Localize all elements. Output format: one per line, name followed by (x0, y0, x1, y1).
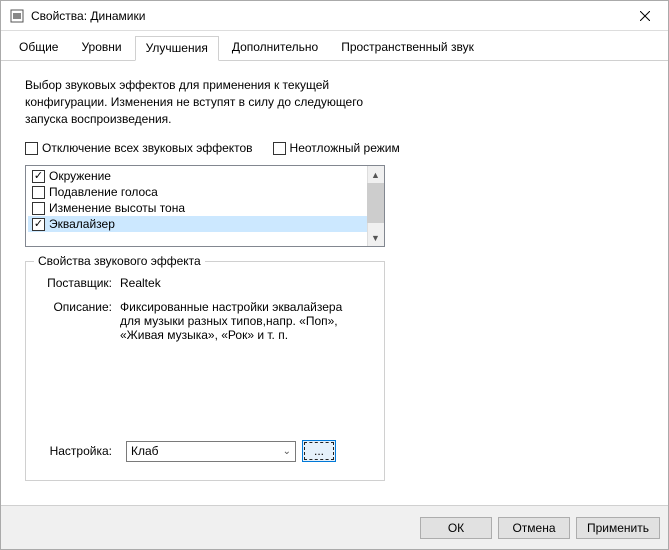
checkbox-icon[interactable] (32, 218, 45, 231)
close-button[interactable] (622, 1, 668, 31)
list-item[interactable]: Изменение высоты тона (28, 200, 382, 216)
window-title: Свойства: Динамики (31, 9, 622, 23)
checkbox-icon[interactable] (32, 202, 45, 215)
scroll-thumb[interactable] (367, 183, 384, 223)
more-settings-button[interactable]: ... (302, 440, 336, 462)
cancel-button[interactable]: Отмена (498, 517, 570, 539)
ok-button[interactable]: ОК (420, 517, 492, 539)
scroll-down-icon[interactable]: ▼ (367, 229, 384, 246)
effect-label: Подавление голоса (49, 185, 158, 199)
list-item[interactable]: Эквалайзер (28, 216, 382, 232)
vendor-value: Realtek (120, 276, 370, 290)
chevron-down-icon: ⌄ (283, 446, 291, 457)
effect-label: Изменение высоты тона (49, 201, 185, 215)
description-value: Фиксированные настройки эквалайзера для … (120, 300, 350, 342)
immediate-label: Неотложный режим (290, 141, 400, 155)
dialog-footer: ОК Отмена Применить (1, 505, 668, 549)
titlebar: Свойства: Динамики (1, 1, 668, 31)
tab-levels[interactable]: Уровни (71, 36, 131, 61)
list-item[interactable]: Подавление голоса (28, 184, 382, 200)
tab-advanced[interactable]: Дополнительно (222, 36, 328, 61)
tab-strip: Общие Уровни Улучшения Дополнительно Про… (1, 31, 668, 61)
effect-properties-group: Свойства звукового эффекта Поставщик: Re… (25, 261, 385, 481)
tab-general[interactable]: Общие (9, 36, 68, 61)
vendor-label: Поставщик: (40, 276, 120, 290)
setting-select[interactable]: Клаб ⌄ (126, 441, 296, 462)
group-legend: Свойства звукового эффекта (34, 254, 205, 268)
checkbox-icon[interactable] (32, 186, 45, 199)
disable-all-effects-checkbox[interactable]: Отключение всех звуковых эффектов (25, 141, 253, 155)
tab-enhancements[interactable]: Улучшения (135, 36, 219, 61)
checkbox-icon[interactable] (32, 170, 45, 183)
list-item[interactable]: Окружение (28, 168, 382, 184)
immediate-mode-checkbox[interactable]: Неотложный режим (273, 141, 400, 155)
apply-button[interactable]: Применить (576, 517, 660, 539)
setting-label: Настройка: (40, 444, 120, 458)
checkbox-icon (273, 142, 286, 155)
tab-content: Выбор звуковых эффектов для применения к… (1, 61, 668, 505)
disable-all-label: Отключение всех звуковых эффектов (42, 141, 253, 155)
scrollbar[interactable]: ▲ ▼ (367, 166, 384, 246)
scroll-up-icon[interactable]: ▲ (367, 166, 384, 183)
setting-value: Клаб (131, 444, 159, 458)
description-text: Выбор звуковых эффектов для применения к… (25, 77, 405, 127)
checkbox-icon (25, 142, 38, 155)
app-icon (9, 8, 25, 24)
description-label: Описание: (40, 300, 120, 342)
tab-spatial[interactable]: Пространственный звук (331, 36, 484, 61)
effect-label: Окружение (49, 169, 111, 183)
effect-label: Эквалайзер (49, 217, 115, 231)
effects-listbox[interactable]: Окружение Подавление голоса Изменение вы… (25, 165, 385, 247)
